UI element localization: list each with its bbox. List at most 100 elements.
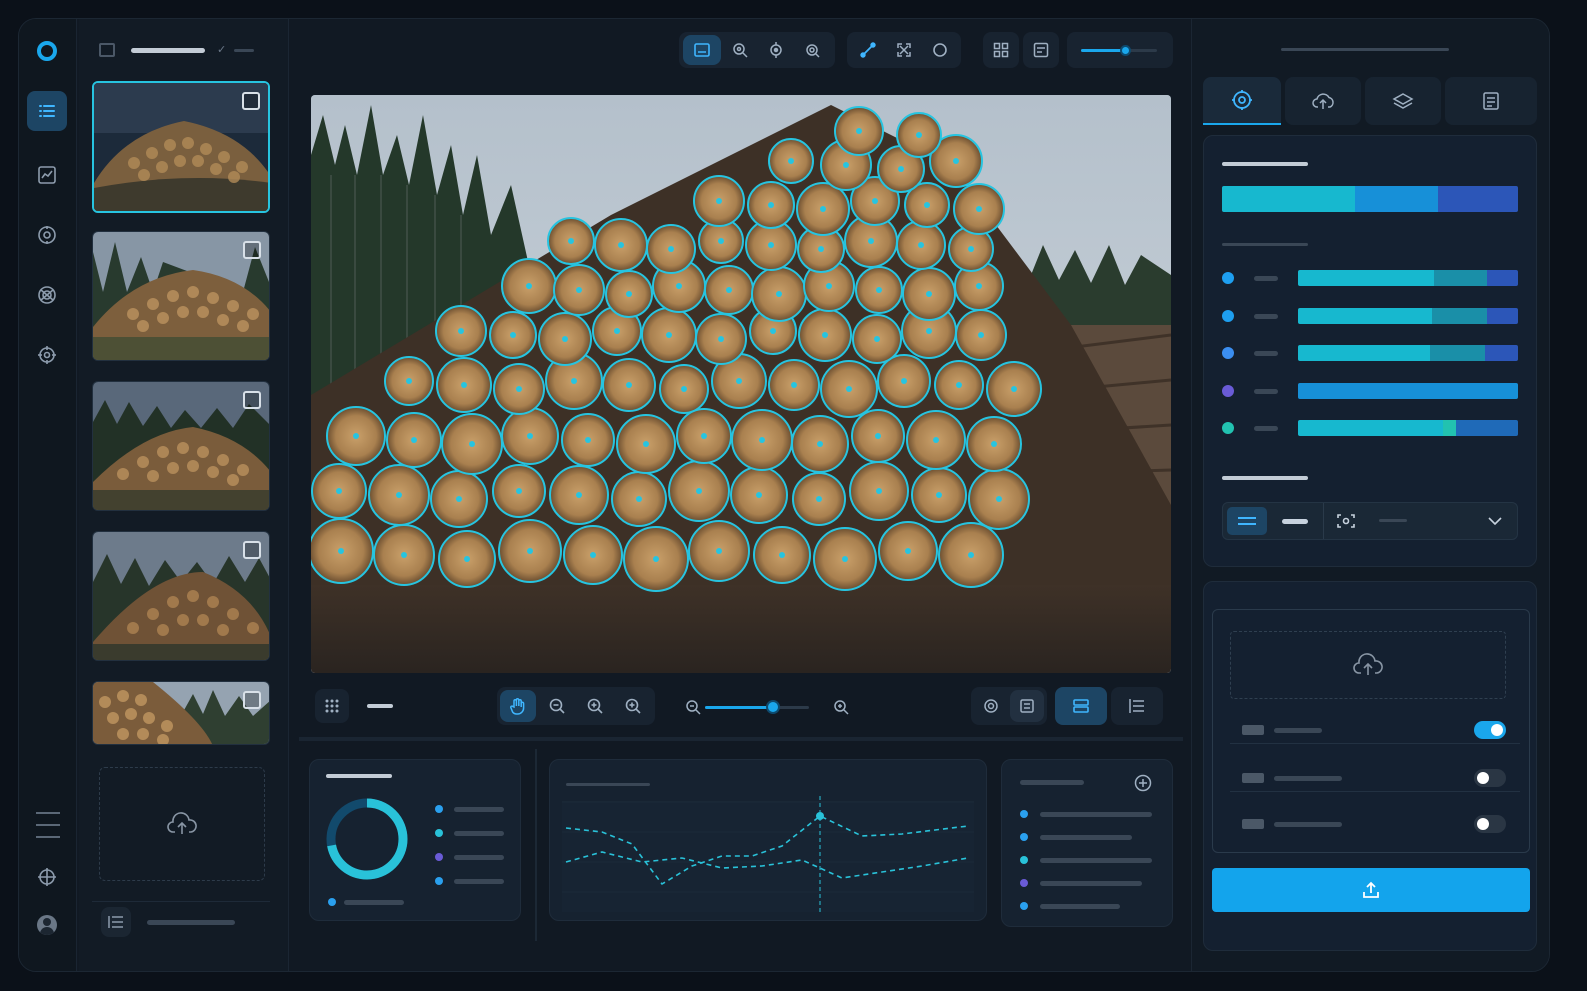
zoom-slider-thumb[interactable] (766, 700, 780, 714)
image-canvas[interactable] (311, 95, 1171, 673)
donut-card-title (326, 774, 392, 778)
segment-lines-icon[interactable] (1227, 507, 1267, 535)
grid-dots-icon[interactable] (315, 689, 349, 723)
log-center-point (516, 488, 522, 494)
chart-line-icon[interactable] (27, 155, 67, 195)
zoom-out-icon[interactable] (539, 690, 575, 722)
opacity-slider[interactable] (1067, 32, 1173, 68)
menu-icon[interactable] (36, 812, 60, 838)
upload-button[interactable] (1212, 868, 1530, 912)
aperture-icon[interactable] (27, 275, 67, 315)
log-center-point (822, 332, 828, 338)
log-center-point (756, 492, 762, 498)
option-label (1274, 822, 1342, 827)
legend-dot (1020, 879, 1028, 887)
chevron-down-icon[interactable] (1481, 509, 1509, 533)
log-center-point (872, 198, 878, 204)
legend-label (454, 807, 504, 812)
upload-dropzone[interactable] (99, 767, 265, 881)
log-center-point (926, 291, 932, 297)
zoom-minus-icon[interactable] (681, 695, 705, 719)
report-view-icon[interactable] (1023, 32, 1059, 68)
line-tool-icon[interactable] (851, 35, 885, 65)
thumbnail-5[interactable] (92, 681, 270, 745)
log-center-point (469, 441, 475, 447)
target-icon[interactable] (27, 215, 67, 255)
document-tab-icon[interactable] (1445, 77, 1537, 125)
legend-dot (435, 853, 443, 861)
grid-view-icon[interactable] (983, 32, 1019, 68)
row-color-dot (1222, 384, 1234, 397)
user-avatar-icon[interactable] (37, 915, 57, 935)
list-view-icon[interactable] (1111, 687, 1163, 725)
add-circle-icon[interactable] (1132, 772, 1154, 794)
zoom-detect-icon[interactable] (723, 35, 757, 65)
segment-bar-option[interactable] (1271, 507, 1319, 535)
legend-dot (1020, 833, 1028, 841)
image-select-icon[interactable] (683, 35, 721, 65)
row-color-dot (1222, 272, 1234, 284)
upload-cloud-tab-icon[interactable] (1285, 77, 1361, 125)
pan-hand-icon[interactable] (500, 690, 536, 722)
opacity-slider-thumb[interactable] (1120, 45, 1131, 56)
crosshair-icon[interactable] (27, 857, 67, 897)
legend-card-title (1020, 780, 1084, 785)
option-toggle-1[interactable] (1474, 721, 1506, 739)
log-center-point (338, 548, 344, 554)
upload-target-zone[interactable] (1230, 631, 1506, 699)
crosshair-gear-icon[interactable] (27, 335, 67, 375)
thumbnail-checkbox[interactable] (243, 391, 261, 409)
row-bar-segment (1298, 270, 1435, 286)
dataset-name-label (131, 48, 205, 53)
filter-select-value (1379, 519, 1407, 522)
thumbnail-checkbox[interactable] (242, 92, 260, 110)
circle-tool-icon[interactable] (923, 35, 957, 65)
zoom-fit-icon[interactable] (615, 690, 651, 722)
stacked-bar-segment (1222, 186, 1356, 212)
zoom-in-icon[interactable] (577, 690, 613, 722)
logo-ring-icon[interactable] (37, 41, 57, 61)
focus-frame-icon[interactable] (1331, 507, 1361, 535)
thumbnail-1[interactable] (92, 81, 270, 213)
target-edit-icon[interactable] (795, 35, 829, 65)
log-center-point (716, 198, 722, 204)
log-center-point (614, 328, 620, 334)
zoom-plus-icon[interactable] (829, 695, 853, 719)
option-toggle-2[interactable] (1474, 769, 1506, 787)
target-point-icon[interactable] (759, 35, 793, 65)
expand-tool-icon[interactable] (887, 35, 921, 65)
detect-overlay-icon[interactable] (974, 690, 1008, 722)
split-view-icon[interactable] (1055, 687, 1107, 725)
panel-collapse-icon[interactable] (99, 43, 115, 57)
row-bar-segment (1456, 382, 1518, 399)
thumbnail-4[interactable] (92, 531, 270, 661)
log-center-point (676, 283, 682, 289)
log-center-point (571, 378, 577, 384)
top-toolbar (679, 32, 1179, 70)
thumbnail-3[interactable] (92, 381, 270, 511)
log-center-point (968, 246, 974, 252)
log-center-point (336, 488, 342, 494)
list-icon[interactable] (27, 91, 67, 131)
log-center-point (406, 378, 412, 384)
row-bar-segment (1485, 345, 1518, 361)
legend-label (1040, 881, 1142, 886)
log-center-point (626, 382, 632, 388)
target-tab-icon[interactable] (1203, 77, 1281, 125)
stacked-bar-segment (1438, 186, 1518, 212)
thumbnail-2[interactable] (92, 231, 270, 361)
thumbnail-checkbox[interactable] (243, 241, 261, 259)
thumbnail-checkbox[interactable] (243, 541, 261, 559)
view-toolbar (309, 683, 1181, 729)
thumbnail-checkbox[interactable] (243, 691, 261, 709)
layers-tab-icon[interactable] (1365, 77, 1441, 125)
log-center-point (681, 386, 687, 392)
save-view-icon[interactable] (1010, 690, 1044, 722)
log-center-point (668, 246, 674, 252)
option-toggle-3[interactable] (1474, 815, 1506, 833)
list-settings-icon[interactable] (101, 907, 131, 937)
legend-dot (435, 805, 443, 813)
zoom-slider[interactable] (705, 697, 815, 717)
distribution-subtitle (1222, 243, 1308, 246)
log-center-point (653, 556, 659, 562)
